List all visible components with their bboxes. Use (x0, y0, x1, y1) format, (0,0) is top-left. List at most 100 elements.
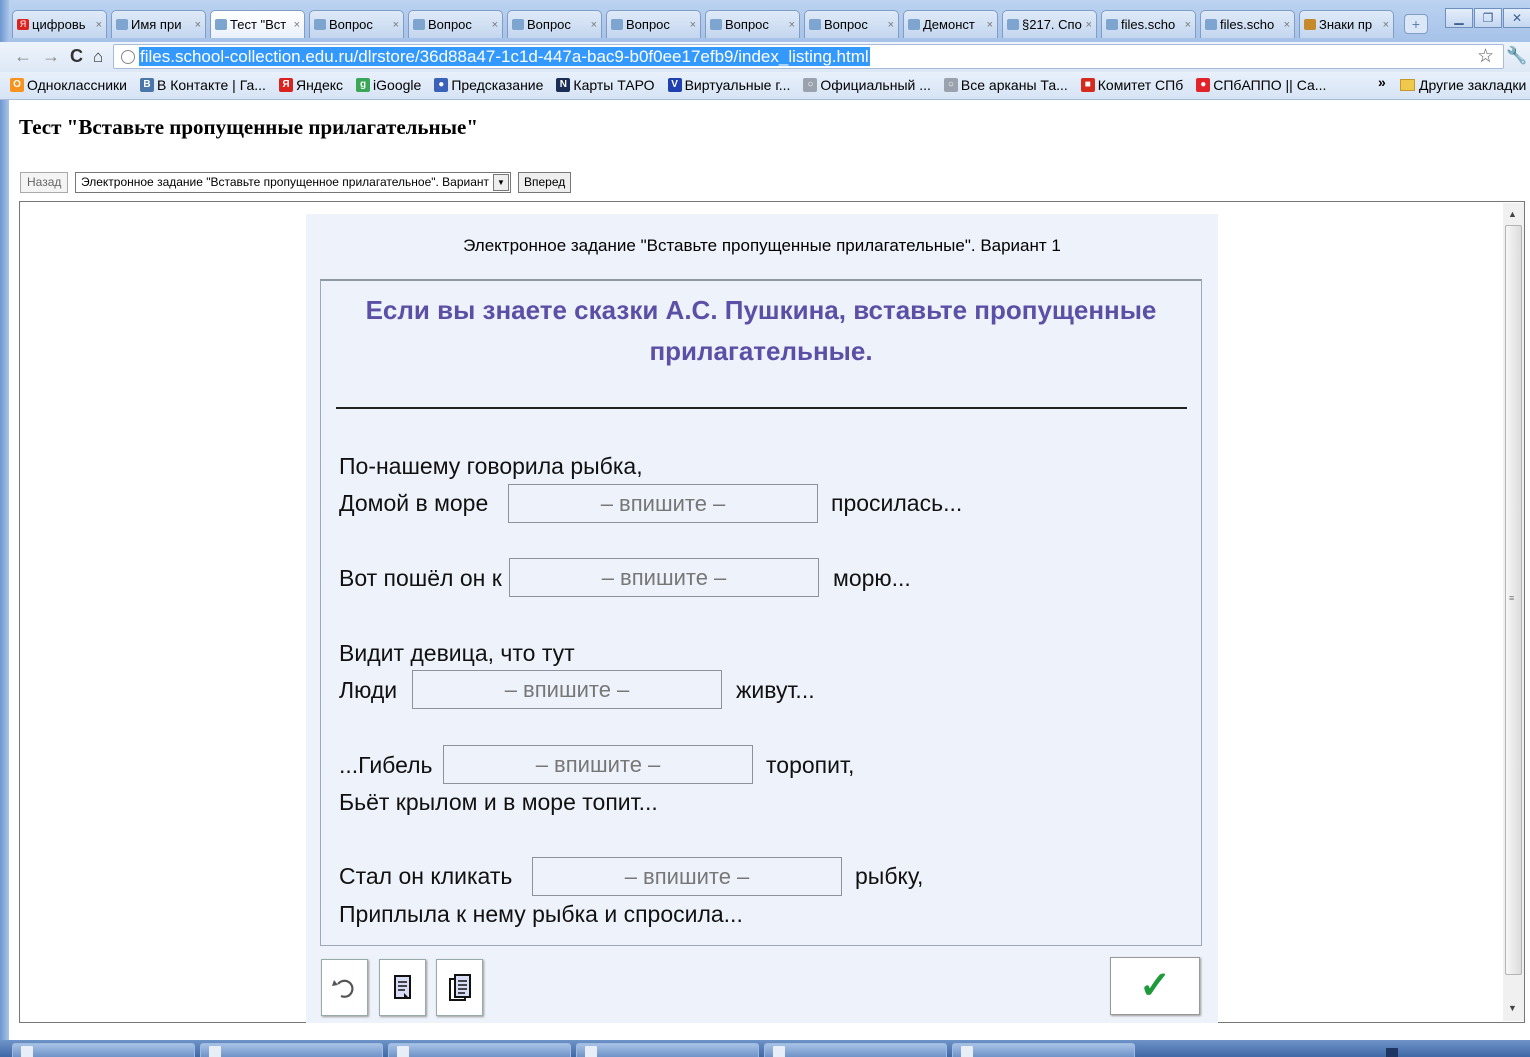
back-arrow-icon[interactable]: ← (14, 46, 32, 67)
sentence-before: Домой в море (339, 490, 489, 516)
tab-label: files.scho (1121, 17, 1176, 32)
browser-tab[interactable]: Вопрос × (408, 10, 503, 38)
close-tab-icon[interactable]: × (690, 19, 696, 31)
bookmark-item[interactable]: ВВ Контакте | Га... (140, 77, 266, 93)
bookmarks-overflow-button[interactable]: » (1378, 74, 1386, 90)
folder-icon (1400, 79, 1415, 91)
new-tab-button[interactable]: + (1404, 14, 1428, 34)
browser-tab[interactable]: Вопрос × (804, 10, 899, 38)
variant-select[interactable]: Электронное задание "Вставьте пропущенно… (75, 172, 511, 193)
browser-tab[interactable]: Яцифровь × (12, 10, 107, 38)
forward-button[interactable]: Вперед (518, 172, 572, 193)
answer-input-3[interactable] (412, 670, 722, 709)
sentence-before: Люди (339, 677, 398, 703)
answer-input-4[interactable] (443, 745, 753, 784)
window-icon (773, 1046, 785, 1057)
taskbar-item[interactable] (764, 1043, 947, 1057)
browser-tab[interactable]: Вопрос × (606, 10, 701, 38)
wrench-icon[interactable]: 🔧 (1506, 46, 1527, 66)
close-tab-icon[interactable]: × (1284, 19, 1290, 31)
sentence-after: морю... (833, 565, 911, 591)
grip-icon: ≡ (1509, 593, 1515, 603)
tab-label: files.scho (1220, 17, 1275, 32)
bookmark-star-icon[interactable]: ☆ (1477, 45, 1494, 68)
odnoklassniki-icon: О (10, 78, 24, 92)
check-answer-button[interactable]: ✓ (1110, 957, 1200, 1015)
bookmark-item[interactable]: V Виртуальные г... (667, 77, 790, 93)
forward-arrow-icon[interactable]: → (42, 46, 60, 67)
browser-tab[interactable]: Тест "Вст × (210, 10, 305, 38)
close-tab-icon[interactable]: × (96, 19, 102, 31)
close-tab-icon[interactable]: × (1185, 19, 1191, 31)
close-tab-icon[interactable]: × (294, 19, 300, 31)
taskbar-item[interactable] (388, 1043, 571, 1057)
sentence-before: ...Гибель (339, 752, 433, 778)
answer-input-2[interactable] (509, 558, 819, 597)
bookmark-label: В Контакте | Га... (157, 77, 266, 93)
browser-tab[interactable]: files.scho × (1200, 10, 1295, 38)
bookmark-item[interactable]: g iGoogle (356, 77, 421, 93)
page-button[interactable] (379, 959, 426, 1016)
browser-tab[interactable]: Имя при × (111, 10, 206, 38)
close-tab-icon[interactable]: × (1383, 19, 1389, 31)
bookmark-label: Одноклассники (27, 77, 128, 93)
other-bookmarks[interactable]: Другие закладки (1400, 77, 1526, 93)
school-collection-icon (116, 19, 128, 30)
undo-button[interactable] (321, 959, 368, 1016)
browser-tab[interactable]: Вопрос × (507, 10, 602, 38)
igoogle-icon: g (356, 78, 371, 92)
variant-select-value: Электронное задание "Вставьте пропущенно… (81, 175, 500, 189)
bookmark-item[interactable]: ○ Официальный ... (803, 77, 931, 93)
close-window-button[interactable]: ✕ (1503, 8, 1530, 28)
browser-tab[interactable]: §217. Спо × (1002, 10, 1097, 38)
reload-icon[interactable]: C (70, 46, 83, 67)
bookmark-item[interactable]: ■ Комитет СПб (1080, 77, 1184, 93)
browser-tab[interactable]: files.scho × (1101, 10, 1196, 38)
browser-tab[interactable]: Вопрос × (309, 10, 404, 38)
flag-icon: ■ (1080, 78, 1095, 92)
answer-input-1[interactable] (508, 484, 818, 523)
bookmark-item[interactable]: ● СПбАППО || Са... (1196, 77, 1326, 93)
bookmark-item[interactable]: ● Предсказание (434, 77, 543, 93)
tab-label: Имя при (131, 17, 182, 32)
tray-icon[interactable] (1386, 1048, 1398, 1057)
scroll-up-icon[interactable]: ▲ (1508, 209, 1517, 219)
window-controls: ▁ ❐ ✕ (1445, 8, 1530, 28)
bookmark-label: Комитет СПб (1097, 77, 1184, 93)
close-tab-icon[interactable]: × (888, 19, 894, 31)
scroll-down-icon[interactable]: ▼ (1508, 1003, 1517, 1013)
minimize-button[interactable]: ▁ (1445, 8, 1473, 28)
bookmark-item[interactable]: О Одноклассники (10, 77, 127, 93)
close-tab-icon[interactable]: × (1086, 19, 1092, 31)
page-title: Тест "Вставьте пропущенные прилагательны… (19, 115, 479, 139)
school-collection-icon (215, 19, 227, 30)
bookmark-item[interactable]: N Карты ТАРО (556, 77, 655, 93)
v-icon: V (667, 78, 682, 92)
close-tab-icon[interactable]: × (492, 19, 498, 31)
poem-line: Видит девица, что тут (339, 640, 575, 666)
dropdown-arrow-icon[interactable]: ▼ (493, 174, 509, 191)
home-icon[interactable]: ⌂ (93, 47, 103, 67)
browser-tab[interactable]: Демонст × (903, 10, 998, 38)
poem-line: По-нашему говорила рыбка, (339, 453, 643, 479)
taskbar-item[interactable] (576, 1043, 759, 1057)
address-bar[interactable]: files.school-collection.edu.ru/dlrstore/… (113, 44, 1504, 69)
taskbar-item[interactable] (200, 1043, 383, 1057)
scrollbar[interactable]: ▲ ≡ ▼ (1503, 203, 1524, 1021)
answer-input-5[interactable] (532, 857, 842, 896)
browser-tab[interactable]: Знаки пр × (1299, 10, 1394, 38)
maximize-button[interactable]: ❐ (1474, 8, 1502, 28)
close-tab-icon[interactable]: × (789, 19, 795, 31)
browser-tab[interactable]: Вопрос × (705, 10, 800, 38)
sentence-after: рыбку, (855, 863, 924, 889)
taskbar-item[interactable] (12, 1043, 195, 1057)
close-tab-icon[interactable]: × (591, 19, 597, 31)
bookmark-item[interactable]: Я Яндекс (278, 77, 343, 93)
back-button[interactable]: Назад (20, 172, 69, 193)
taskbar-item[interactable] (952, 1043, 1135, 1057)
close-tab-icon[interactable]: × (987, 19, 993, 31)
close-tab-icon[interactable]: × (393, 19, 399, 31)
pages-button[interactable] (436, 959, 483, 1016)
bookmark-item[interactable]: ○ Все арканы Та... (943, 77, 1068, 93)
close-tab-icon[interactable]: × (195, 19, 201, 31)
